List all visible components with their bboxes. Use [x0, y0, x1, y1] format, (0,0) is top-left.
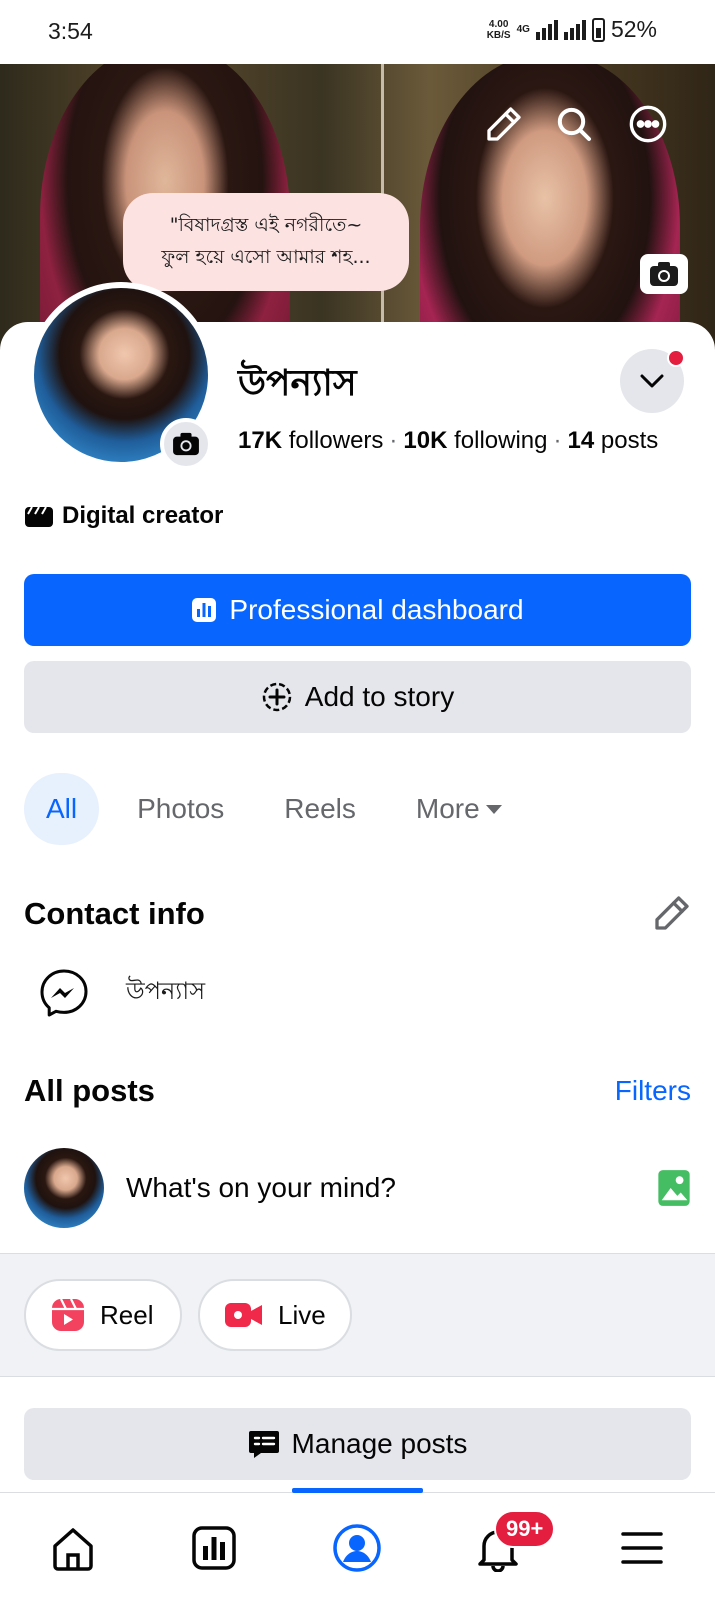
profile-stats[interactable]: 17K followers · 10K following · 14 posts	[238, 427, 658, 455]
notification-dot	[667, 349, 685, 367]
add-to-story-button[interactable]: Add to story	[24, 661, 691, 733]
search-icon[interactable]	[552, 102, 596, 146]
add-story-icon	[262, 682, 292, 712]
contact-messenger[interactable]: উপন্যাস	[38, 967, 205, 1019]
contact-info-title: Contact info	[24, 896, 205, 931]
camera-icon[interactable]	[640, 254, 688, 294]
edit-icon[interactable]	[482, 102, 526, 146]
post-composer[interactable]: What's on your mind?	[24, 1148, 691, 1228]
composer-prompt[interactable]: What's on your mind?	[126, 1172, 657, 1204]
network-type: 4G	[516, 24, 530, 35]
camera-icon[interactable]	[160, 418, 212, 470]
more-icon[interactable]	[626, 102, 670, 146]
signal-icon	[535, 19, 558, 40]
status-bar: 3:54 4.00 KB/S 4G 52%	[0, 0, 715, 64]
home-icon[interactable]	[45, 1520, 101, 1576]
menu-icon[interactable]	[614, 1520, 670, 1576]
avatar	[24, 1148, 104, 1228]
reel-button[interactable]: Reel	[24, 1279, 182, 1351]
manage-posts-icon	[248, 1431, 279, 1458]
active-tab-indicator	[292, 1488, 423, 1493]
caret-down-icon	[485, 804, 502, 814]
chevron-down-icon	[640, 374, 664, 388]
live-video-icon	[225, 1303, 262, 1327]
profile-category: Digital creator	[24, 502, 223, 530]
manage-posts-button[interactable]: Manage posts	[24, 1408, 691, 1480]
messenger-icon	[40, 969, 88, 1017]
status-time: 3:54	[48, 18, 93, 44]
profile-tabs: All Photos Reels More	[24, 773, 524, 845]
tab-more[interactable]: More	[394, 773, 524, 845]
all-posts-title: All posts	[24, 1073, 155, 1108]
filters-link[interactable]: Filters	[615, 1075, 691, 1107]
professional-dashboard-button[interactable]: Professional dashboard	[24, 574, 691, 646]
battery-level: 52%	[610, 16, 657, 42]
profile-note[interactable]: "বিষাদগ্রস্ত এই নগরীতে~ ফুল হয়ে এসো আমা…	[123, 193, 409, 291]
signal-icon	[563, 19, 586, 40]
clapperboard-icon	[25, 506, 53, 527]
tab-photos[interactable]: Photos	[115, 773, 246, 845]
status-indicators: 4.00 KB/S 4G 52%	[487, 16, 657, 43]
tab-all[interactable]: All	[24, 773, 100, 845]
profile-icon[interactable]	[329, 1520, 385, 1576]
live-button[interactable]: Live	[198, 1279, 352, 1351]
tab-reels[interactable]: Reels	[262, 773, 378, 845]
photo-icon[interactable]	[657, 1169, 691, 1207]
network-speed: 4.00 KB/S	[486, 18, 511, 41]
dashboard-icon	[192, 598, 217, 622]
edit-icon[interactable]	[652, 893, 692, 933]
battery-icon	[591, 17, 605, 42]
reel-icon	[52, 1298, 84, 1331]
notification-badge: 99+	[494, 1510, 556, 1548]
dashboard-icon[interactable]	[186, 1520, 242, 1576]
profile-name: উপন্যাস	[238, 363, 357, 404]
